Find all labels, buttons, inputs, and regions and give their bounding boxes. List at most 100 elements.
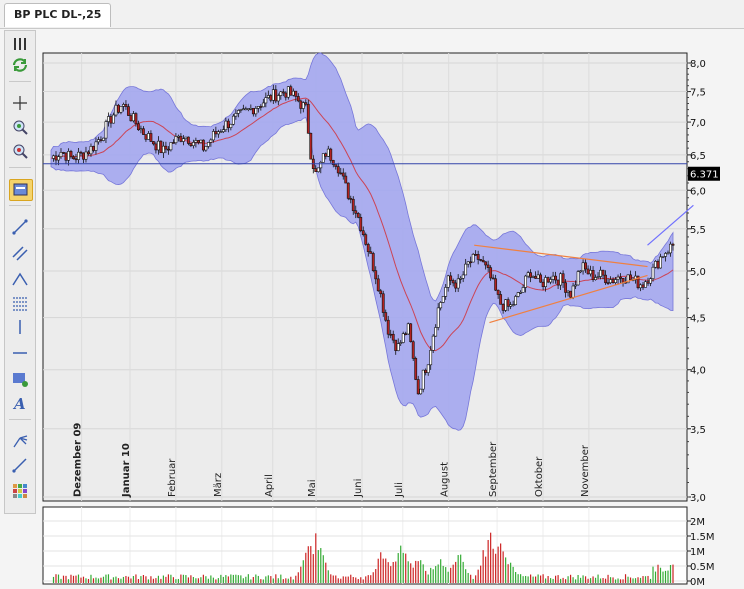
candle [79,151,83,154]
candle [281,91,285,94]
candle [174,136,178,144]
candle [229,123,233,128]
candle [591,270,595,281]
candle [506,299,510,307]
candle [509,304,513,307]
candle [334,164,338,167]
candle [289,86,293,96]
month-label: Januar 10 [121,443,132,498]
candle [87,151,90,155]
current-price-label: 6.371 [690,170,719,181]
candle [279,91,283,96]
candle [384,312,388,321]
candle [559,273,562,286]
candle [604,274,607,283]
candle [134,113,138,125]
volume-tick-label: 0.5M [690,562,715,573]
candle [576,271,580,286]
candle [534,276,538,279]
candle [137,123,140,131]
candle [142,128,145,135]
candle [269,95,273,101]
candle [176,135,180,138]
candle [339,172,343,175]
candle [184,136,188,139]
candle [564,282,567,293]
candle [584,262,587,270]
candle [416,379,420,395]
candle [524,275,528,288]
candle [574,284,577,287]
candle [107,116,110,122]
volume-tick-label: 0M [690,577,705,588]
candle [201,139,205,151]
candle [364,234,368,245]
candle [209,139,213,143]
candle [306,103,310,134]
candle [132,113,135,122]
candle [299,100,303,109]
candle [661,256,665,258]
candle [579,270,582,273]
candle [431,335,435,351]
candle [124,104,128,107]
month-label: März [213,473,224,497]
candle [549,279,552,283]
candle [77,151,80,160]
candle [199,139,203,143]
candle [102,137,105,141]
candle [466,261,470,265]
candle [541,281,545,287]
candle [406,323,410,335]
candle [319,162,323,169]
candle [426,364,430,373]
candle [451,280,455,284]
candle [641,284,645,288]
candle [117,104,120,113]
candle [261,102,265,108]
candle [379,290,383,295]
candle [122,104,125,107]
candle [656,261,660,269]
price-tick-label: 5,5 [690,225,706,236]
candle [391,333,395,341]
candle [381,293,385,313]
candle [499,294,503,305]
month-label: Oktober [534,456,545,497]
candle [92,146,95,151]
candle [356,213,360,218]
candle [254,108,258,115]
candle [172,142,175,144]
candle [67,151,70,161]
candle [581,262,585,272]
candle [309,132,313,160]
candle [351,198,355,212]
candle [514,296,518,305]
candle [374,270,378,280]
candle [516,292,520,297]
candle [419,388,423,395]
candle [179,135,183,142]
candle [301,102,305,109]
price-tick-label: 3,5 [690,425,706,436]
candle [354,210,358,214]
price-tick-label: 6,5 [690,151,706,162]
candle [504,299,508,311]
candle [651,266,655,279]
candle [669,243,672,254]
candle [389,333,393,336]
candle [169,142,173,151]
candle [82,152,85,160]
candle [189,143,193,146]
candle [629,274,632,281]
candle [371,253,375,271]
price-chart[interactable]: 8,0 7,5 7,0 6,5 6,0 5,5 5,0 4,5 4,0 3,5 3,0 Dezembe… [0,0,744,589]
candle [594,277,597,281]
candle [336,166,340,174]
candle [147,133,150,140]
candle [74,158,78,161]
candle [326,148,330,157]
candle [596,276,600,278]
candle [204,146,208,151]
candle [464,263,468,276]
